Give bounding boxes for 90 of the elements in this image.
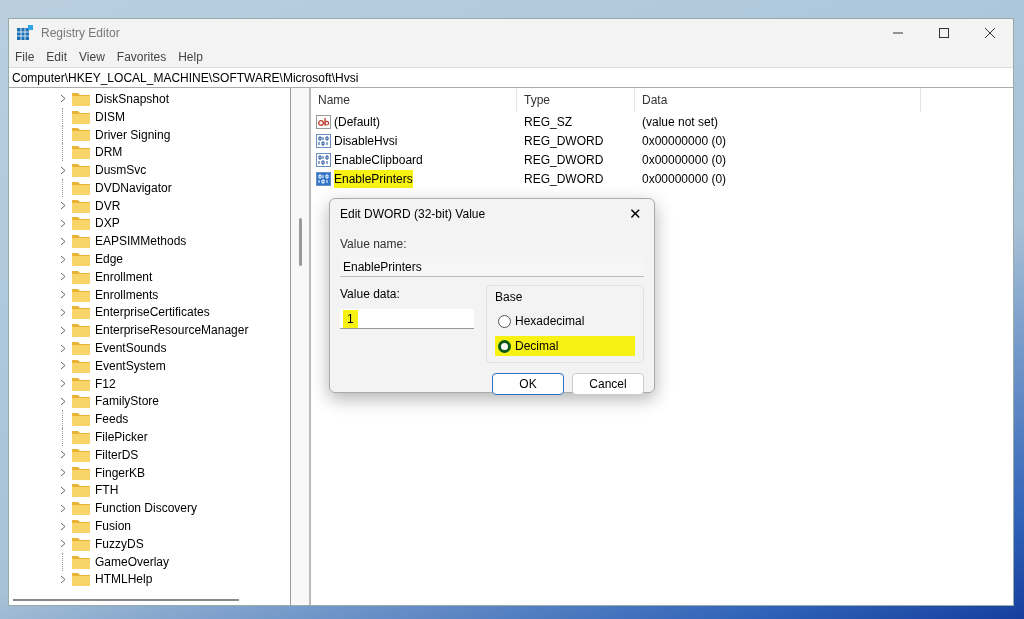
radio-option[interactable]: Hexadecimal: [495, 311, 635, 331]
tree-item[interactable]: FingerKB: [95, 463, 146, 482]
folder-icon: [72, 554, 90, 569]
value-type: REG_SZ: [523, 113, 573, 131]
tree-item[interactable]: DXP: [95, 214, 120, 233]
folder-icon: [72, 376, 90, 391]
tree-item[interactable]: Enrollments: [95, 285, 159, 304]
value-name[interactable]: EnablePrinters: [334, 169, 413, 188]
field-label: Value name:: [340, 236, 408, 253]
radio-option[interactable]: Decimal: [495, 336, 635, 356]
tree-item[interactable]: DRM: [95, 143, 123, 162]
folder-icon: [72, 234, 90, 249]
folder-icon: [72, 447, 90, 462]
tree-item[interactable]: DISM: [95, 107, 125, 126]
tree-item[interactable]: EAPSIMMethods: [95, 232, 187, 251]
tree-item[interactable]: EnterpriseResourceManager: [95, 321, 249, 340]
value-data-field[interactable]: 1: [340, 309, 474, 329]
folder-icon: [72, 323, 90, 338]
folder-icon: [72, 519, 90, 533]
tree-item[interactable]: F12: [95, 374, 116, 393]
value-type: REG_DWORD: [523, 132, 605, 150]
tree-item[interactable]: Edge: [95, 250, 124, 269]
scrollbar[interactable]: [291, 88, 311, 605]
folder-icon: [72, 430, 90, 445]
folder-icon: [72, 127, 90, 142]
value-data: (value not set): [641, 113, 720, 131]
tree-item[interactable]: FTH: [95, 481, 119, 500]
tree-item[interactable]: HTMLHelp: [95, 570, 153, 589]
tree-item[interactable]: Feeds: [95, 410, 129, 429]
column-header[interactable]: Data: [635, 88, 921, 112]
tree-item[interactable]: DVDNavigator: [95, 178, 172, 197]
tree-item[interactable]: FuzzyDS: [95, 534, 144, 553]
tree-item[interactable]: Fusion: [95, 517, 132, 536]
tree-item[interactable]: EnterpriseCertificates: [95, 303, 210, 322]
folder-icon: [72, 305, 90, 320]
value-data: 0x00000000 (0): [641, 170, 728, 188]
value-name[interactable]: (Default): [334, 112, 380, 131]
folder-icon: [72, 412, 90, 427]
menu-item[interactable]: Edit: [46, 48, 68, 66]
close-button[interactable]: ✕: [627, 202, 644, 226]
tree-item[interactable]: DiskSnapshot: [95, 89, 170, 108]
value-name[interactable]: DisableHvsi: [334, 131, 398, 150]
tree-item[interactable]: FilterDS: [95, 445, 139, 464]
folder-icon: [72, 109, 90, 124]
folder-icon: [72, 252, 90, 267]
folder-icon: [72, 501, 90, 516]
column-header[interactable]: Name: [311, 88, 517, 112]
tree-item[interactable]: EventSystem: [95, 356, 166, 375]
folder-icon: [72, 572, 90, 587]
value-data: 0x00000000 (0): [641, 132, 728, 150]
value-type: REG_DWORD: [523, 170, 605, 188]
tree-item[interactable]: FamilyStore: [95, 392, 159, 411]
value-type: REG_DWORD: [523, 151, 605, 169]
cancel-button[interactable]: Cancel: [572, 373, 644, 395]
folder-icon: [72, 483, 90, 498]
window-title: Registry Editor: [41, 25, 120, 42]
folder-icon: [72, 163, 90, 178]
folder-icon: [72, 91, 90, 106]
tree-item[interactable]: Driver Signing: [95, 125, 171, 144]
folder-icon: [72, 358, 90, 373]
folder-icon: [72, 216, 90, 231]
tree-item[interactable]: Enrollment: [95, 267, 153, 286]
ok-button[interactable]: OK: [492, 373, 564, 395]
column-header[interactable]: Type: [517, 88, 635, 112]
folder-icon: [72, 198, 90, 213]
folder-icon: [72, 394, 90, 409]
tree-item[interactable]: FilePicker: [95, 428, 148, 447]
tree-item[interactable]: GameOverlay: [95, 552, 170, 571]
value-name[interactable]: EnableClipboard: [334, 150, 423, 169]
folder-icon: [72, 341, 90, 356]
folder-icon: [72, 145, 90, 160]
tree-item[interactable]: DusmSvc: [95, 161, 147, 180]
tree-item[interactable]: EventSounds: [95, 339, 167, 358]
tree-item[interactable]: DVR: [95, 196, 121, 215]
folder-icon: [72, 287, 90, 302]
menu-item[interactable]: File: [15, 48, 35, 66]
registry-app-icon: [17, 25, 33, 41]
folder-icon: [72, 269, 90, 284]
field-label: Value data:: [340, 286, 401, 303]
folder-icon: [72, 465, 90, 480]
menu-item[interactable]: View: [79, 48, 105, 66]
value-data: 0x00000000 (0): [641, 151, 728, 169]
tree-item[interactable]: Function Discovery: [95, 499, 198, 518]
menu-item[interactable]: Help: [178, 48, 203, 66]
folder-icon: [72, 536, 90, 551]
menu-item[interactable]: Favorites: [116, 48, 167, 66]
dialog-title: Edit DWORD (32-bit) Value: [340, 206, 486, 223]
address-bar[interactable]: Computer\HKEY_LOCAL_MACHINE\SOFTWARE\Microsoft\Hvsi: [9, 67, 1013, 88]
group-label: Base: [495, 289, 524, 306]
folder-icon: [72, 180, 90, 195]
